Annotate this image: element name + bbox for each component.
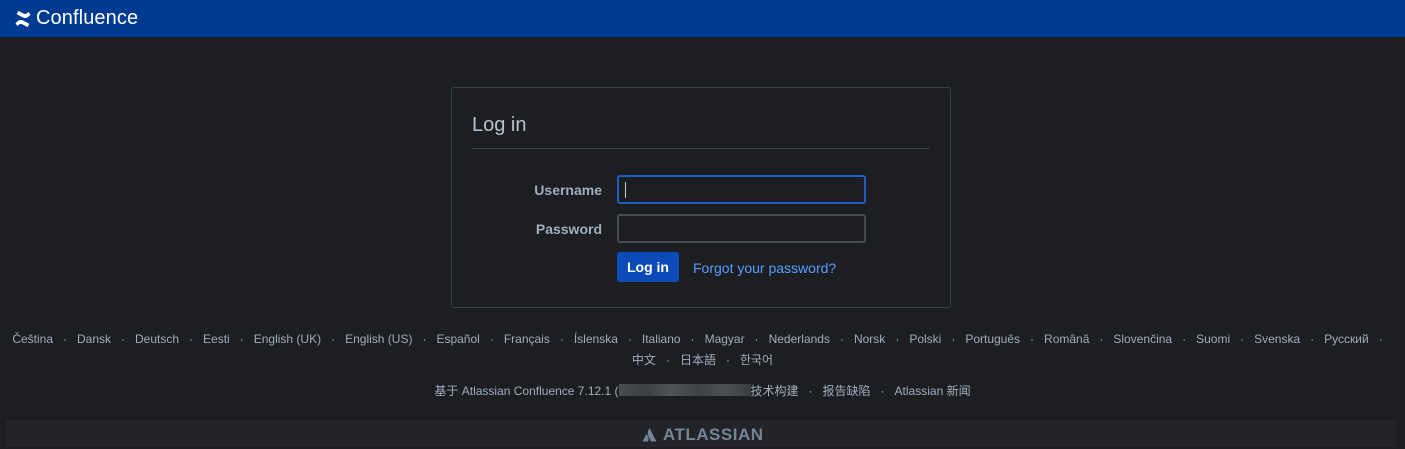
password-label: Password [535, 221, 602, 237]
language-separator: · [627, 332, 632, 346]
language-separator: · [725, 353, 730, 367]
report-bug-link[interactable]: 报告缺陷 [823, 384, 871, 398]
username-input[interactable] [617, 175, 866, 204]
language-separator: · [754, 332, 759, 346]
language-separator: · [690, 332, 695, 346]
powered-by-suffix: 技术构建 [750, 384, 799, 398]
language-separator: · [1099, 332, 1104, 346]
language-link[interactable]: Deutsch [135, 332, 179, 346]
language-separator: · [559, 332, 564, 346]
language-separator: · [63, 332, 67, 346]
language-separator: · [895, 332, 900, 346]
main-content: Log in Username Password Log in Forgot y… [0, 37, 1405, 309]
atlassian-news-link[interactable]: Atlassian 新闻 [895, 384, 971, 398]
language-link[interactable]: Русский [1324, 332, 1369, 346]
language-link[interactable]: 한국어 [740, 353, 773, 367]
language-link[interactable]: Eesti [203, 332, 230, 346]
language-separator: · [422, 332, 427, 346]
language-link[interactable]: Română [1044, 332, 1089, 346]
username-label: Username [534, 182, 602, 198]
language-link[interactable]: Svenska [1254, 332, 1300, 346]
password-input[interactable] [617, 214, 866, 243]
language-link[interactable]: Italiano [642, 332, 681, 346]
language-link[interactable]: 日本語 [680, 353, 716, 367]
language-link[interactable]: Español [436, 332, 479, 346]
language-link[interactable]: Norsk [854, 332, 885, 346]
login-title: Log in [472, 114, 527, 136]
login-button[interactable]: Log in [617, 252, 679, 282]
atlassian-bar: ATLASSIAN [6, 420, 1396, 447]
login-form: Log in Username Password Log in Forgot y… [451, 87, 951, 308]
text-caret [625, 182, 626, 198]
language-separator: · [1030, 332, 1035, 346]
language-link[interactable]: English (UK) [254, 332, 321, 346]
footer: Čeština · Dansk · Deutsch · Eesti · English (UK)… [0, 309, 1405, 449]
language-separator: · [239, 332, 244, 346]
redacted-text [618, 384, 751, 396]
atlassian-logo[interactable]: ATLASSIAN [642, 425, 764, 445]
language-link[interactable]: Dansk [77, 332, 111, 346]
language-separator: · [1378, 332, 1383, 346]
language-link[interactable]: Nederlands [769, 332, 830, 346]
language-separator: · [489, 332, 494, 346]
language-link[interactable]: Suomi [1196, 332, 1230, 346]
language-list-row2: 中文 · 日本語 · 한국어 [0, 351, 1405, 368]
language-separator: · [951, 332, 956, 346]
confluence-logo-icon[interactable] [14, 10, 32, 28]
language-list-row1: Čeština · Dansk · Deutsch · Eesti · English (UK)… [0, 332, 1405, 346]
language-link[interactable]: Čeština [12, 332, 53, 346]
language-link[interactable]: English (US) [345, 332, 412, 346]
forgot-password-link[interactable]: Forgot your password? [693, 260, 836, 276]
language-link[interactable]: Magyar [705, 332, 745, 346]
language-separator: · [1240, 332, 1245, 346]
powered-by-text: 基于 Atlassian Confluence 7.12.1 ( [434, 384, 619, 398]
language-link[interactable]: Français [504, 332, 550, 346]
language-link[interactable]: Polski [909, 332, 941, 346]
atlassian-logo-text: ATLASSIAN [663, 425, 764, 444]
language-separator: · [331, 332, 336, 346]
language-separator: · [121, 332, 126, 346]
language-separator: · [1310, 332, 1315, 346]
atlassian-logo-icon [642, 428, 657, 442]
language-separator: · [665, 353, 670, 367]
language-link[interactable]: Íslenska [574, 332, 618, 346]
top-header: Confluence [0, 0, 1405, 37]
language-link[interactable]: Português [965, 332, 1020, 346]
language-separator: · [1182, 332, 1187, 346]
powered-by: 基于 Atlassian Confluence 7.12.1 (技术构建 · 报告缺… [434, 384, 971, 398]
language-link[interactable]: 中文 [632, 353, 656, 367]
app-title[interactable]: Confluence [36, 7, 138, 30]
title-divider [472, 148, 930, 149]
language-link[interactable]: Slovenčina [1113, 332, 1172, 346]
language-separator: · [839, 332, 844, 346]
language-separator: · [189, 332, 194, 346]
